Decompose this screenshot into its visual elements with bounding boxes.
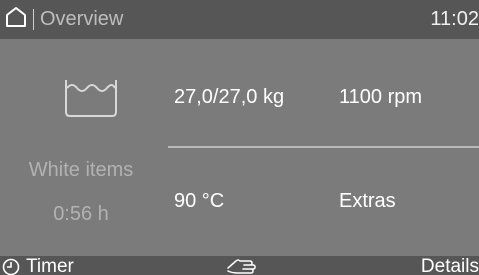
top-bar: Overview 11:02: [0, 0, 479, 39]
temperature-setting[interactable]: 90 °C: [174, 190, 224, 213]
home-icon[interactable]: [5, 6, 27, 28]
timer-label: Timer: [26, 256, 74, 275]
load-setting[interactable]: 27,0/27,0 kg: [174, 86, 284, 109]
washing-tub-icon: [65, 80, 117, 117]
bottom-bar: Timer Details: [0, 256, 479, 275]
timer-button[interactable]: Timer: [0, 256, 74, 275]
program-name[interactable]: White items: [0, 159, 162, 182]
washer-display: Overview 11:02 White items 0:56 h 27,0/2…: [0, 0, 479, 275]
breadcrumb: Overview: [40, 8, 124, 30]
hand-wash-icon[interactable]: [226, 256, 258, 275]
clock-icon: [2, 258, 20, 275]
settings-divider: [168, 146, 479, 148]
program-duration: 0:56 h: [53, 203, 109, 225]
header-divider: [33, 9, 34, 30]
extras-button[interactable]: Extras: [339, 190, 396, 213]
spin-speed-setting[interactable]: 1100 rpm: [339, 86, 422, 109]
details-button[interactable]: Details: [421, 256, 479, 275]
clock: 11:02: [430, 8, 479, 30]
